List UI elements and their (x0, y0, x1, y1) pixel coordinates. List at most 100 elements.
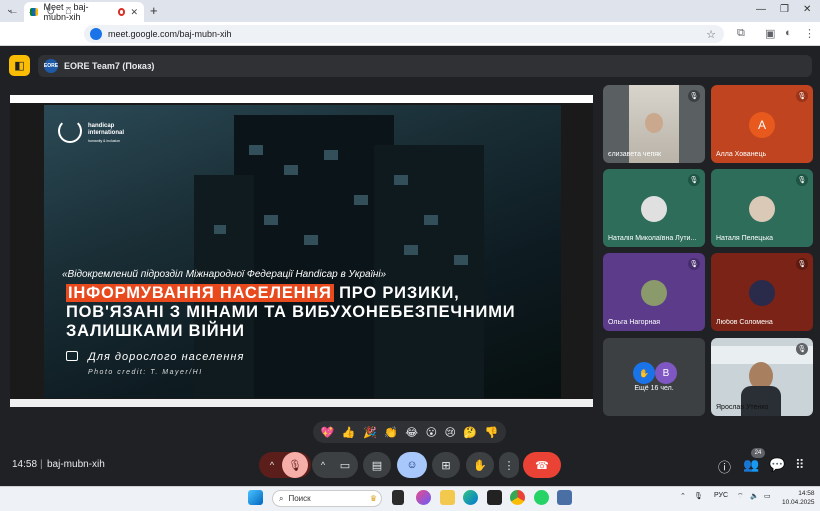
slide-title-highlight: ІНФОРМУВАННЯ НАСЕЛЕННЯ (66, 284, 334, 302)
slide-title-line-3: ЗАЛИШКАМИ ВІЙНИ (66, 322, 245, 340)
panel-icon: ◧ (14, 60, 25, 72)
system-clock[interactable]: 14:58 10.04.2025 (782, 489, 815, 507)
mic-options-chevron-icon[interactable]: ^ (262, 455, 282, 475)
minimize-icon[interactable]: — (756, 4, 766, 15)
tray-chevron-icon[interactable]: ⌃ (680, 492, 686, 500)
avatar: ✋ (633, 362, 655, 384)
reaction-thinking[interactable]: 🤔 (463, 426, 477, 439)
extensions-icon[interactable]: ⧉ (737, 27, 745, 40)
present-icon: ⊞ (441, 459, 451, 472)
reaction-clap[interactable]: 👏 (384, 426, 398, 439)
bookmark-star-icon[interactable]: ☆ (706, 28, 716, 41)
reaction-heart[interactable]: 💖 (321, 426, 335, 439)
volume-icon[interactable]: 🔈 (750, 492, 759, 500)
battery-icon[interactable]: ▭ (764, 492, 771, 500)
mic-tray-icon[interactable]: 🎙 (694, 492, 703, 500)
start-windows-icon[interactable] (248, 490, 263, 505)
participant-name: Алла Хованець (716, 151, 767, 158)
close-tab-icon[interactable]: ✕ (130, 7, 138, 18)
reaction-party[interactable]: 🎉 (363, 426, 377, 439)
chrome-icon[interactable] (510, 490, 525, 505)
search-placeholder: Поиск (288, 494, 311, 503)
task-view-icon[interactable] (392, 490, 404, 505)
meeting-details-icon[interactable]: ⓘ (718, 457, 731, 476)
presentation-view[interactable]: handicap international humanity & inclusi… (10, 95, 593, 407)
mic-off-icon: 🎙 (796, 258, 808, 270)
people-icon[interactable]: 👥 (743, 457, 759, 473)
participant-tile[interactable]: 🎙 Любов Соломена (711, 253, 813, 331)
reactions-bar: 💖 👍 🎉 👏 😂 😮 😢 🤔 👎 (313, 421, 506, 443)
raise-hand-button[interactable]: ✋ (466, 452, 494, 478)
profile-icon[interactable]: ◐ (785, 27, 792, 39)
presenter-logo: EORE (44, 59, 58, 73)
home-icon[interactable]: ⌂ (65, 5, 72, 17)
mic-toggle-button[interactable]: 🎙 (282, 452, 308, 478)
mic-off-icon: 🎙 (796, 90, 808, 102)
mic-off-icon: 🎙 (288, 459, 302, 472)
captions-button[interactable]: ▤ (363, 452, 391, 478)
participant-tile[interactable]: 🎙 Наталія Миколаївна Лути... (603, 169, 705, 247)
wifi-icon[interactable]: ⌔ (737, 492, 744, 501)
activities-button[interactable]: ◧ (9, 55, 30, 76)
participant-name: Ярослав Утенко (716, 404, 769, 411)
avatar (749, 196, 775, 222)
reaction-thumbs-down[interactable]: 👎 (485, 426, 499, 439)
participant-tile[interactable]: 🎙 Наталя Пелецька (711, 169, 813, 247)
activities-grid-icon[interactable]: ⠿ (795, 457, 805, 473)
reaction-laugh[interactable]: 😂 (405, 426, 418, 439)
slide-photo-credit: Photo credit: T. Mayer/HI (88, 369, 203, 376)
camera-icon: ▭ (339, 459, 351, 472)
participant-name: Наталя Пелецька (716, 235, 774, 242)
language-indicator[interactable]: РУС (714, 492, 728, 499)
slide-title-rest: ПРО РИЗИКИ, (333, 284, 460, 302)
meeting-time: 14:58 (12, 459, 38, 470)
tab-meet[interactable]: Meet – baj-mubn-xih ✕ (24, 2, 144, 22)
slideshow-statusbar (10, 399, 593, 407)
logo-sub: humanity & inclusion (88, 139, 121, 143)
participant-tile[interactable]: 🎙 Ольга Нагорная (603, 253, 705, 331)
new-tab-button[interactable]: + (150, 3, 158, 18)
reload-icon[interactable]: ↻ (46, 5, 55, 18)
recording-icon (118, 8, 126, 16)
more-participants-tile[interactable]: ✋ B Ещё 16 чел. (603, 338, 705, 416)
participant-name: єлизавета чепяк (608, 151, 662, 158)
participant-tile[interactable]: 🎙 єлизавета чепяк (603, 85, 705, 163)
more-options-button[interactable]: ⋮ (499, 452, 519, 478)
presenter-bar: EORE EORE Team7 (Показ) (38, 55, 812, 77)
avatar: A (749, 112, 775, 138)
participant-tile[interactable]: 🎙 Ярослав Утенко (711, 338, 813, 416)
slide-audience: Для дорослого населення (88, 351, 245, 363)
hi-logo: handicap international humanity & inclusi… (58, 119, 130, 153)
forward-icon[interactable]: → (27, 5, 38, 17)
taskbar-search[interactable]: ⌕ Поиск ♛ (272, 490, 382, 507)
app-icon[interactable] (557, 490, 572, 505)
captions-icon: ▤ (371, 459, 383, 472)
store-icon[interactable] (487, 490, 502, 505)
cast-icon[interactable]: ▣ (765, 27, 775, 40)
logo-text-2: international (88, 130, 125, 136)
search-icon: ⌕ (279, 493, 284, 503)
camera-toggle-button[interactable]: ▭ (333, 452, 357, 478)
close-window-icon[interactable]: ✕ (803, 4, 811, 15)
maximize-icon[interactable]: ❐ (780, 4, 789, 15)
camera-options-chevron-icon[interactable]: ^ (314, 455, 332, 475)
file-explorer-icon[interactable] (440, 490, 455, 505)
mic-off-icon: 🎙 (688, 90, 700, 102)
whatsapp-icon[interactable] (534, 490, 549, 505)
copilot-icon[interactable] (416, 490, 431, 505)
back-icon[interactable]: ← (8, 5, 19, 17)
address-bar[interactable]: meet.google.com/baj-mubn-xih ☆ (84, 25, 724, 43)
reaction-surprised[interactable]: 😮 (426, 426, 437, 439)
site-info-icon[interactable] (90, 28, 102, 40)
emoji-icon: ☺ (406, 459, 418, 471)
emoji-button[interactable]: ☺ (397, 452, 427, 478)
leave-call-button[interactable]: ☎ (523, 452, 561, 478)
menu-kebab-icon[interactable]: ⋮ (804, 27, 815, 40)
reaction-sad[interactable]: 😢 (444, 426, 455, 439)
reaction-thumbs-up[interactable]: 👍 (342, 426, 356, 439)
present-button[interactable]: ⊞ (432, 452, 460, 478)
edge-icon[interactable] (463, 490, 478, 505)
participant-tile[interactable]: A 🎙 Алла Хованець (711, 85, 813, 163)
avatar (641, 196, 667, 222)
chat-icon[interactable]: 💬 (769, 457, 785, 473)
